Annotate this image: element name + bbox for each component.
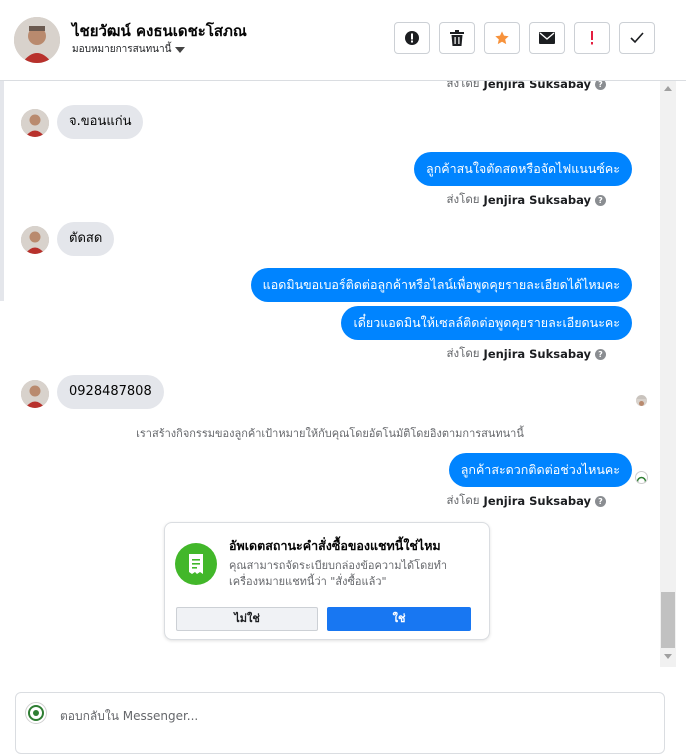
trash-icon bbox=[450, 30, 464, 46]
receipt-icon bbox=[175, 543, 217, 585]
incoming-message[interactable]: 0928487808 bbox=[57, 375, 164, 409]
outgoing-message[interactable]: ลูกค้าสนใจตัดสดหรือจัดไฟแนนซ์คะ bbox=[414, 152, 632, 186]
sender-avatar[interactable] bbox=[21, 226, 49, 254]
page-avatar bbox=[25, 702, 47, 724]
assign-conversation-dropdown[interactable]: มอบหมายการสนทนานี้ bbox=[72, 42, 186, 57]
outgoing-message[interactable]: แอดมินขอเบอร์ติดต่อลูกค้าหรือไลน์เพื่อพู… bbox=[250, 268, 632, 302]
order-status-card: อัพเดตสถานะคำสั่งซื้อของแชทนี้ใช่ไหม คุณ… bbox=[164, 522, 490, 640]
help-icon[interactable]: ? bbox=[595, 81, 606, 90]
sent-by-name: Jenjira Suksabay bbox=[483, 81, 591, 91]
sent-by-label: ส่งโดย Jenjira Suksabay ? bbox=[447, 345, 606, 363]
card-body: คุณสามารถจัดระเบียบกล่องข้อความได้โดยทำเ… bbox=[229, 559, 448, 588]
contact-avatar[interactable] bbox=[14, 17, 60, 63]
read-receipt-avatar bbox=[636, 395, 647, 406]
scroll-down-arrow-icon[interactable] bbox=[664, 654, 672, 659]
scrollbar-thumb[interactable] bbox=[661, 592, 675, 648]
outgoing-message[interactable]: เดี๋ยวแอดมินให้เซลล์ติดต่อพูดคุยรายละเอี… bbox=[341, 306, 632, 340]
yes-button[interactable]: ใช่ bbox=[327, 607, 471, 631]
scrollbar-track[interactable] bbox=[660, 81, 676, 667]
sent-by-prefix: ส่งโดย bbox=[446, 81, 480, 90]
sender-avatar[interactable] bbox=[21, 109, 49, 137]
system-notice: เราสร้างกิจกรรมของลูกค้าเป้าหมายให้กับคุ… bbox=[136, 427, 524, 440]
assign-label: มอบหมายการสนทนานี้ bbox=[72, 44, 172, 55]
reply-composer[interactable]: ตอบกลับใน Messenger... bbox=[15, 692, 665, 754]
conversation-actions bbox=[394, 22, 655, 54]
card-title: อัพเดตสถานะคำสั่งซื้อของแชทนี้ใช่ไหม bbox=[229, 538, 441, 553]
reply-input[interactable]: ตอบกลับใน Messenger... bbox=[60, 707, 198, 726]
sent-by-prefix: ส่งโดย bbox=[446, 493, 480, 507]
mark-done-icon bbox=[630, 32, 644, 44]
sent-by-label: ส่งโดย Jenjira Suksabay ? bbox=[447, 81, 606, 93]
mark-unread-icon bbox=[539, 32, 555, 44]
left-panel-edge bbox=[0, 81, 4, 301]
sent-by-name: Jenjira Suksabay bbox=[483, 193, 591, 207]
scroll-up-arrow-icon[interactable] bbox=[664, 86, 672, 91]
sent-by-label: ส่งโดย Jenjira Suksabay ? bbox=[447, 191, 606, 209]
help-icon[interactable]: ? bbox=[595, 495, 606, 507]
sender-avatar[interactable] bbox=[21, 380, 49, 408]
outgoing-message[interactable]: ลูกค้าสะดวกติดต่อช่วงไหนคะ bbox=[448, 453, 632, 487]
mark-spam-button[interactable] bbox=[394, 22, 430, 54]
sent-by-prefix: ส่งโดย bbox=[446, 346, 480, 360]
mark-unread-button[interactable] bbox=[529, 22, 565, 54]
help-icon[interactable]: ? bbox=[595, 194, 606, 206]
star-icon bbox=[495, 31, 509, 45]
follow-up-icon bbox=[591, 31, 593, 45]
mark-done-button[interactable] bbox=[619, 22, 655, 54]
no-button[interactable]: ไม่ใช่ bbox=[176, 607, 318, 631]
page-avatar bbox=[635, 471, 648, 484]
sent-by-name: Jenjira Suksabay bbox=[483, 494, 591, 508]
incoming-message[interactable]: ตัดสด bbox=[57, 222, 115, 256]
incoming-message[interactable]: จ.ขอนแก่น bbox=[57, 105, 144, 139]
caret-down-icon bbox=[175, 46, 186, 53]
sent-by-prefix: ส่งโดย bbox=[446, 192, 480, 206]
sent-by-label: ส่งโดย Jenjira Suksabay ? bbox=[447, 492, 606, 510]
contact-name: ไชยวัฒน์ คงธนเดชะโสภณ bbox=[72, 22, 247, 40]
help-icon[interactable]: ? bbox=[595, 348, 606, 360]
follow-up-button[interactable] bbox=[574, 22, 610, 54]
mark-spam-icon bbox=[405, 31, 419, 45]
delete-button[interactable] bbox=[439, 22, 475, 54]
conversation-header: ไชยวัฒน์ คงธนเดชะโสภณ มอบหมายการสนทนานี้ bbox=[0, 0, 686, 81]
star-button[interactable] bbox=[484, 22, 520, 54]
sent-by-name: Jenjira Suksabay bbox=[483, 347, 591, 361]
